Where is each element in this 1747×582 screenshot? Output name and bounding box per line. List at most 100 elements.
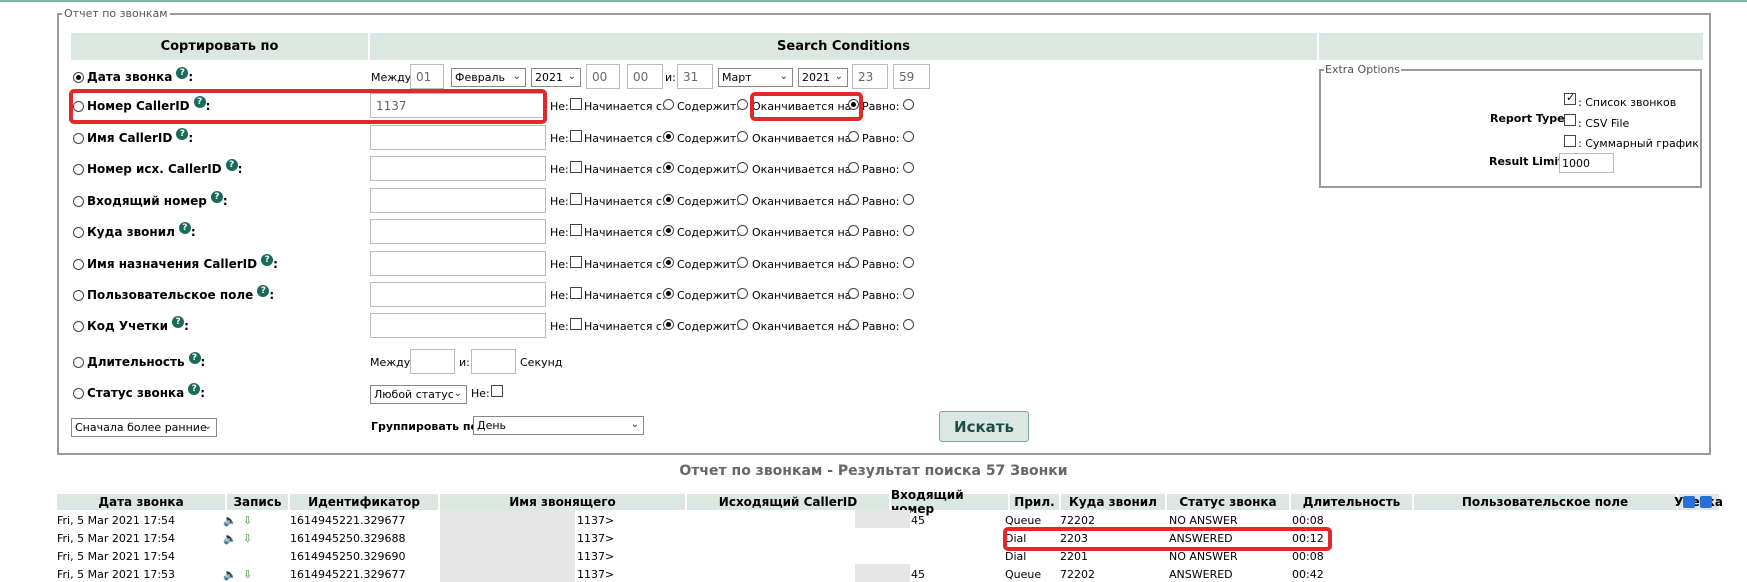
download-icon[interactable]: ⇩ — [243, 514, 252, 527]
column-header[interactable]: Прил. — [1010, 494, 1059, 510]
contains-radio[interactable] — [737, 319, 748, 330]
not-checkbox[interactable] — [570, 98, 582, 110]
outgoing-callerid-input[interactable] — [370, 156, 546, 181]
help-icon[interactable]: ? — [225, 159, 238, 171]
group-by-select[interactable]: День ⌄ — [473, 416, 644, 435]
from-month-select[interactable]: Февраль ⌄ — [451, 68, 526, 87]
not-checkbox[interactable] — [570, 318, 582, 330]
duration-max-input[interactable] — [471, 349, 516, 374]
not-checkbox[interactable] — [570, 256, 582, 268]
callerid-name-input[interactable] — [370, 125, 546, 150]
help-icon[interactable]: ? — [176, 128, 189, 140]
help-icon[interactable]: ? — [188, 352, 201, 364]
contains-radio[interactable] — [737, 194, 748, 205]
help-icon[interactable]: ? — [188, 383, 201, 395]
equals-radio[interactable] — [903, 99, 914, 110]
csv-checkbox[interactable] — [1564, 114, 1576, 126]
destination-input[interactable] — [370, 219, 546, 244]
to-hour-input[interactable]: 23 — [852, 64, 888, 89]
status-select[interactable]: Любой статус ⌄ — [370, 385, 467, 404]
column-header[interactable]: Куда звонил — [1061, 494, 1165, 510]
download-icon[interactable]: ⇩ — [243, 532, 252, 545]
starts-radio[interactable] — [663, 319, 674, 330]
speaker-icon[interactable]: 🔈 — [223, 532, 237, 545]
equals-radio[interactable] — [903, 131, 914, 142]
sort-radio-outgoing-callerid[interactable] — [73, 163, 84, 175]
sort-radio-dest-callerid-name[interactable] — [73, 258, 84, 270]
status-not-checkbox[interactable] — [491, 385, 503, 397]
to-year-select[interactable]: 2021 ⌄ — [798, 68, 848, 87]
sort-down-icon[interactable] — [1700, 496, 1712, 508]
ends-radio[interactable] — [848, 257, 859, 268]
speaker-icon[interactable]: 🔈 — [223, 514, 237, 527]
not-checkbox[interactable] — [570, 224, 582, 236]
result-limit-input[interactable]: 1000 — [1559, 153, 1614, 173]
contains-radio[interactable] — [737, 257, 748, 268]
not-checkbox[interactable] — [570, 161, 582, 173]
to-minute-input[interactable]: 59 — [893, 64, 930, 89]
starts-radio[interactable] — [663, 225, 674, 236]
download-icon[interactable]: ⇩ — [243, 568, 252, 581]
from-year-select[interactable]: 2021 ⌄ — [531, 68, 581, 87]
help-icon[interactable]: ? — [176, 67, 189, 79]
sort-radio-account-code[interactable] — [73, 320, 84, 332]
help-icon[interactable]: ? — [210, 191, 223, 203]
sort-radio-call-date[interactable] — [73, 71, 84, 83]
equals-radio[interactable] — [903, 162, 914, 173]
list-checkbox[interactable]: ✓ — [1564, 91, 1576, 105]
not-checkbox[interactable] — [570, 130, 582, 142]
column-header[interactable]: Статус звонка — [1167, 494, 1289, 510]
starts-radio[interactable] — [663, 194, 674, 205]
column-header[interactable]: Идентификатор — [290, 494, 438, 510]
column-header[interactable]: Имя звонящего — [440, 494, 685, 510]
contains-radio[interactable] — [737, 131, 748, 142]
starts-radio[interactable] — [663, 288, 674, 299]
sort-order-select[interactable]: Сначала более ранние ⌄ — [71, 418, 217, 437]
starts-radio[interactable] — [663, 162, 674, 173]
equals-radio[interactable] — [903, 319, 914, 330]
graph-checkbox[interactable] — [1564, 135, 1576, 147]
incoming-number-input[interactable] — [370, 188, 546, 213]
ends-radio[interactable] — [848, 162, 859, 173]
column-header[interactable]: Длительность — [1291, 494, 1412, 510]
help-icon[interactable]: ? — [172, 316, 185, 328]
column-header[interactable]: Исходящий CallerID — [687, 494, 889, 510]
not-checkbox[interactable] — [570, 193, 582, 205]
ends-radio[interactable] — [848, 288, 859, 299]
user-field-input[interactable] — [370, 282, 546, 307]
starts-radio[interactable] — [663, 257, 674, 268]
sort-radio-destination[interactable] — [73, 226, 84, 238]
help-icon[interactable]: ? — [261, 254, 274, 266]
starts-radio[interactable] — [663, 131, 674, 142]
column-header[interactable]: Запись — [227, 494, 288, 510]
help-icon[interactable]: ? — [257, 285, 270, 297]
duration-min-input[interactable] — [410, 349, 455, 374]
column-header[interactable]: Входящий номер — [891, 488, 1008, 516]
equals-radio[interactable] — [903, 194, 914, 205]
sort-radio-user-field[interactable] — [73, 289, 84, 301]
contains-radio[interactable] — [737, 288, 748, 299]
contains-radio[interactable] — [737, 225, 748, 236]
sort-radio-duration[interactable] — [73, 356, 84, 368]
equals-radio[interactable] — [903, 288, 914, 299]
speaker-icon[interactable]: 🔈 — [223, 568, 237, 581]
account-code-input[interactable] — [370, 313, 546, 338]
to-day-input[interactable]: 31 — [677, 64, 713, 89]
ends-radio[interactable] — [848, 319, 859, 330]
not-checkbox[interactable] — [570, 287, 582, 299]
to-month-select[interactable]: Март ⌄ — [718, 68, 793, 87]
column-header[interactable]: Дата звонка — [57, 494, 225, 510]
contains-radio[interactable] — [737, 162, 748, 173]
help-icon[interactable]: ? — [178, 222, 191, 234]
from-day-input[interactable]: 01 — [410, 64, 444, 89]
search-button[interactable]: Искать — [939, 411, 1029, 442]
equals-radio[interactable] — [903, 257, 914, 268]
from-minute-input[interactable]: 00 — [627, 64, 663, 89]
dest-callerid-name-input[interactable] — [370, 251, 546, 276]
equals-radio[interactable] — [903, 225, 914, 236]
sort-up-icon[interactable] — [1683, 496, 1695, 508]
sort-radio-incoming-number[interactable] — [73, 195, 84, 207]
sort-radio-callerid-name[interactable] — [73, 132, 84, 144]
ends-radio[interactable] — [848, 225, 859, 236]
ends-radio[interactable] — [848, 131, 859, 142]
